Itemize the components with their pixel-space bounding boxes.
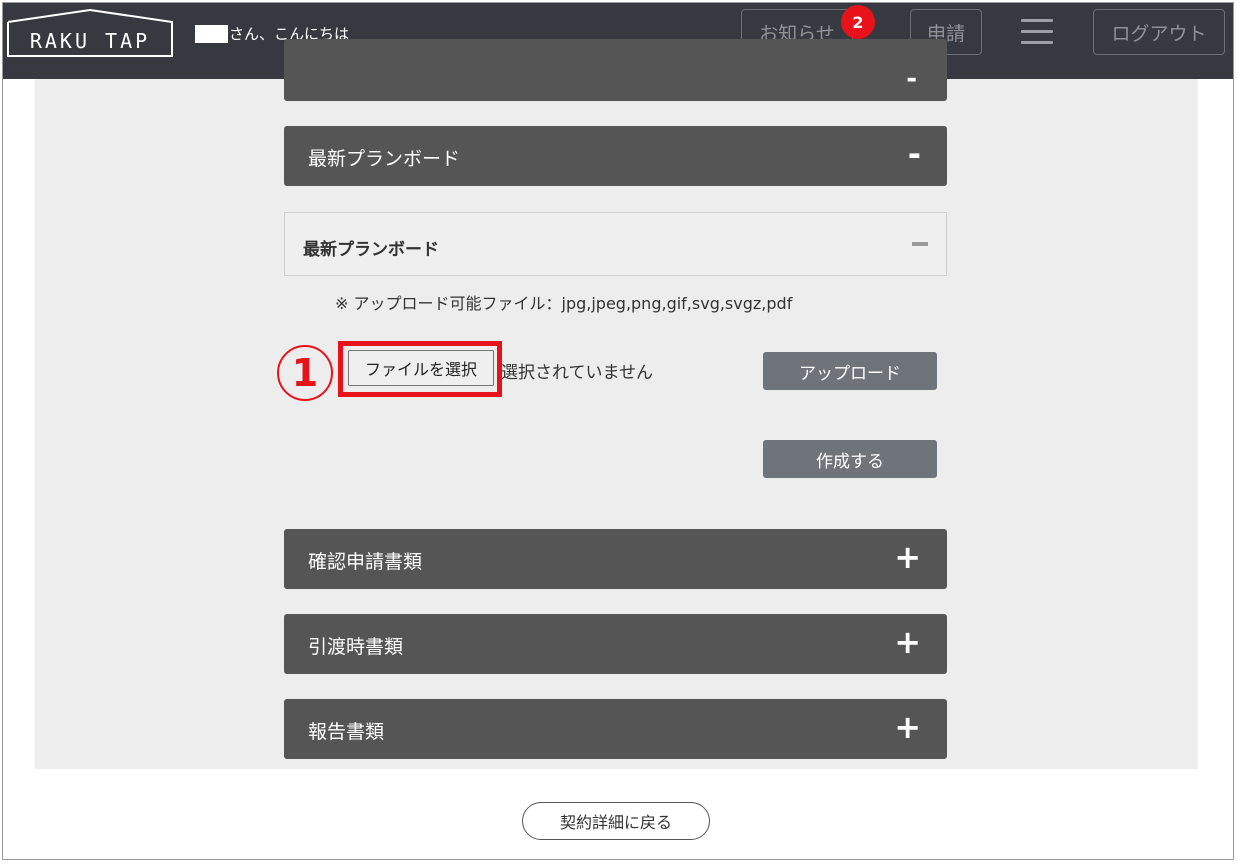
raku-tap-logo[interactable]: RAKU TAP (7, 9, 173, 57)
file-status-text: 選択されていません (501, 363, 653, 383)
create-button[interactable]: 作成する (763, 440, 937, 478)
logout-button[interactable]: ログアウト (1093, 9, 1225, 55)
hamburger-menu-icon[interactable] (1021, 19, 1053, 45)
minus-icon: - (907, 135, 921, 173)
back-to-contract-details-button[interactable]: 契約詳細に戻る (522, 802, 710, 840)
notice-count-badge: 2 (841, 5, 875, 39)
panel-title: 最新プランボード (308, 148, 461, 170)
browser-viewport: RAKU TAP さん、こんにちは お知らせ 2 申請 ログアウト - 最新プラ… (2, 2, 1234, 860)
panel-title: 報告書類 (308, 721, 385, 743)
allowed-file-types-note: ※ アップロード可能ファイル：jpg,jpeg,png,gif,svg,svgz… (335, 294, 793, 313)
username-redacted (195, 25, 228, 43)
choose-file-button[interactable]: ファイルを選択 (348, 350, 494, 386)
panel-handover-docs[interactable]: 引渡時書類 + (284, 614, 947, 674)
plus-icon: + (894, 538, 921, 576)
subpanel-latest-plan-board[interactable]: 最新プランボード (284, 212, 947, 276)
panel-report-docs[interactable]: 報告書類 + (284, 699, 947, 759)
panel-latest-plan-board[interactable]: 最新プランボード - (284, 126, 947, 186)
plus-icon: + (894, 708, 921, 746)
collapsed-panel-top[interactable]: - (284, 39, 947, 101)
panel-title: 引渡時書類 (308, 636, 404, 658)
logo-text: RAKU TAP (29, 29, 151, 53)
upload-button[interactable]: アップロード (763, 352, 937, 390)
minus-icon: - (906, 64, 917, 94)
panel-confirmation-docs[interactable]: 確認申請書類 + (284, 529, 947, 589)
collapse-minus-icon[interactable] (912, 242, 928, 246)
subpanel-title: 最新プランボード (303, 240, 439, 260)
panel-title: 確認申請書類 (308, 551, 423, 573)
main-content: - 最新プランボード - 最新プランボード ※ アップロード可能ファイル：jpg… (35, 39, 1198, 769)
plus-icon: + (894, 623, 921, 661)
step-number-annotation: 1 (277, 345, 333, 401)
